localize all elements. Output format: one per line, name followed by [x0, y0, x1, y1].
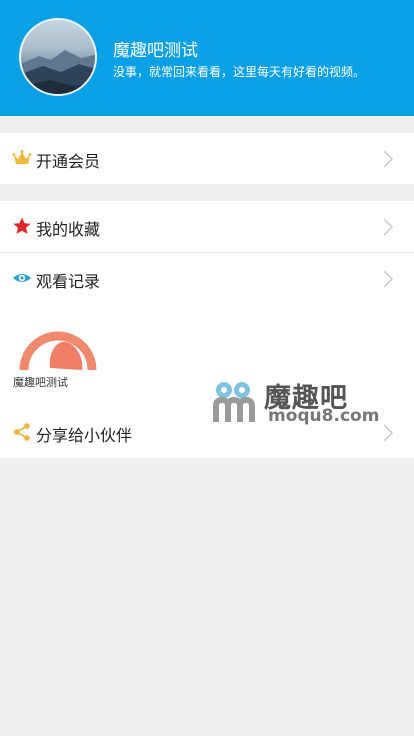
share-icon [14, 423, 30, 441]
share-preview-caption: 魔趣吧测试 [13, 376, 68, 389]
menu-item-vip[interactable]: 开通会员 [0, 133, 414, 184]
menu-item-share-label: 分享给小伙伴 [36, 426, 133, 445]
crown-icon [12, 150, 32, 164]
watermark-url: moqu8.com [268, 406, 380, 426]
avatar[interactable] [19, 18, 97, 96]
avatar-landscape-image [21, 50, 95, 94]
chevron-right-icon [383, 424, 394, 442]
user-name: 魔趣吧测试 [113, 41, 198, 61]
share-preview-image [18, 318, 98, 370]
user-motto: 没事，就常回来看看，这里每天有好看的视频。 [113, 65, 366, 79]
profile-header: 魔趣吧测试 没事，就常回来看看，这里每天有好看的视频。 [0, 0, 414, 116]
menu-item-history-label: 观看记录 [36, 272, 101, 291]
menu-item-vip-label: 开通会员 [36, 152, 101, 171]
chevron-right-icon [383, 270, 394, 288]
chevron-right-icon [383, 218, 394, 236]
star-icon [13, 217, 31, 234]
chevron-right-icon [383, 150, 394, 168]
menu-item-favorites[interactable]: 我的收藏 [0, 201, 414, 252]
watermark-logo-icon [213, 382, 255, 422]
vip-card: 开通会员 [0, 133, 414, 184]
menu-item-favorites-label: 我的收藏 [36, 220, 101, 239]
eye-icon [13, 274, 31, 282]
menu-item-history[interactable]: 观看记录 [0, 253, 414, 304]
